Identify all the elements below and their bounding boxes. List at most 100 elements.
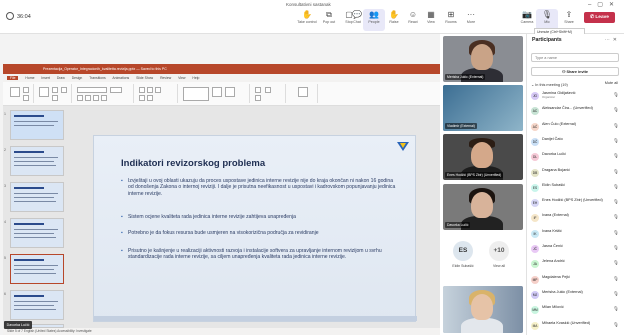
participant-name: Eldin Subašić bbox=[542, 182, 566, 187]
participant-name: Mihaela Kvaskić (Unverified) bbox=[542, 320, 591, 325]
ppt-tab-help[interactable]: Help bbox=[192, 76, 199, 80]
ribbon-editing-group[interactable] bbox=[252, 84, 286, 103]
video-tile[interactable]: Vladimir (External) bbox=[443, 85, 523, 131]
slide-thumbnail[interactable] bbox=[10, 218, 64, 248]
more-button[interactable]: ··· More bbox=[460, 9, 482, 31]
avatar: DB bbox=[531, 168, 539, 177]
hand-icon: ✋ bbox=[302, 10, 312, 19]
ppt-tab-view[interactable]: View bbox=[178, 76, 185, 80]
ribbon-clipboard-group[interactable] bbox=[6, 84, 34, 103]
slide-bullet: Sistem ocjene kvaliteta rada jedinica in… bbox=[121, 214, 400, 221]
participant-row[interactable]: IK Ivana Krštić 🎙 bbox=[531, 229, 621, 239]
participant-row[interactable]: EH Enes Hodžić (BPS Zbir) (Unverified) 🎙 bbox=[531, 198, 621, 208]
mic-off-icon: 🎙 bbox=[613, 260, 619, 266]
avatar: DČ bbox=[531, 137, 539, 146]
video-tile[interactable]: Enes Hodžić (BPS Zbir) (Unverified) bbox=[443, 134, 523, 180]
share-icon: ⇪ bbox=[565, 10, 573, 19]
window-title: Konsultativni sastanak bbox=[286, 2, 331, 7]
participant-row[interactable]: ES Eldin Subašić 🎙 bbox=[531, 183, 621, 193]
ribbon-drawing-group[interactable] bbox=[180, 84, 250, 103]
participant-row[interactable]: IF Ivana (External) 🎙 bbox=[531, 213, 621, 223]
participant-row[interactable]: AC Aleksandar Čira... (Unverified) 🎙 bbox=[531, 106, 621, 116]
participant-row[interactable]: DB Dragana Bojanić 🎙 bbox=[531, 168, 621, 178]
participant-row[interactable]: MP Magdalena Pejić 🎙 bbox=[531, 275, 621, 285]
participant-name: Dragana Bojanić bbox=[542, 167, 571, 172]
participant-name: Enes Hodžić (BPS Zbir) (Unverified) bbox=[542, 198, 603, 203]
slide-thumbnail-selected[interactable] bbox=[10, 254, 64, 284]
participant-search-input[interactable]: Type a name bbox=[531, 53, 619, 62]
ppt-tab-home[interactable]: Home bbox=[25, 76, 34, 80]
mute-all-button[interactable]: Mute all bbox=[605, 81, 618, 85]
mic-off-icon: 🎙 bbox=[613, 199, 619, 205]
slide-thumbnail[interactable] bbox=[10, 110, 64, 140]
view-all-button[interactable]: +10 bbox=[489, 241, 509, 261]
participant-row[interactable]: MM Milan Milović 🎙 bbox=[531, 305, 621, 315]
ppt-tab-review[interactable]: Review bbox=[160, 76, 171, 80]
avatar: IF bbox=[531, 214, 539, 223]
meeting-toolbar: Konsultativni sastanak –▢✕ 36:04 ✋ Take c… bbox=[0, 0, 624, 34]
participant-name: Aleksandar Čira... (Unverified) bbox=[542, 106, 593, 111]
video-tile[interactable]: Davorka Lučić bbox=[443, 184, 523, 230]
avatar: IK bbox=[531, 229, 539, 238]
mic-off-icon: 🎙 bbox=[613, 321, 619, 327]
more-icon: ··· bbox=[467, 10, 475, 19]
ppt-tab-design[interactable]: Design bbox=[72, 76, 83, 80]
slide-footer-bar bbox=[94, 316, 417, 321]
ppt-tab-insert[interactable]: Insert bbox=[41, 76, 49, 80]
participant-avatar[interactable]: ES bbox=[453, 241, 473, 261]
slide-thumbnail[interactable] bbox=[10, 146, 64, 176]
ppt-tab-file[interactable]: File bbox=[7, 76, 19, 80]
mic-off-icon: 🎙 bbox=[613, 290, 619, 296]
panel-title: Participants bbox=[532, 37, 562, 43]
video-tile[interactable] bbox=[443, 286, 523, 333]
participant-name: Jasna Čenić bbox=[542, 244, 563, 248]
panel-actions[interactable]: ⋯✕ bbox=[605, 37, 620, 43]
slide-thumbnails: 1 2 3 4 5 6 7 bbox=[3, 106, 69, 328]
participant-row[interactable]: MA Mihaela Kvaskić (Unverified) 🎙 bbox=[531, 321, 621, 331]
slide-bullet: Potrebno je da fokus resursa bude usmjer… bbox=[121, 230, 400, 237]
video-tile[interactable]: Merisha Jukic (External) bbox=[443, 36, 523, 82]
meeting-section-header[interactable]: ⌄ In this meeting (19) bbox=[531, 82, 568, 87]
slide-thumbnail[interactable] bbox=[10, 182, 64, 212]
current-slide[interactable]: Indikatori revizorskog problema Izvješta… bbox=[93, 135, 417, 322]
ppt-tab-animations[interactable]: Animations bbox=[112, 76, 129, 80]
ribbon-font-group[interactable] bbox=[74, 84, 134, 103]
participant-row[interactable]: MJ Merisha Jukic (External) 🎙 bbox=[531, 290, 621, 300]
ribbon-voice-group[interactable] bbox=[288, 84, 318, 103]
participant-name: Merisha Jukic (External) bbox=[542, 289, 583, 294]
video-gallery: Merisha Jukic (External) Vladimir (Exter… bbox=[440, 34, 526, 335]
avatar: AĆ bbox=[531, 122, 539, 131]
participant-row[interactable]: JG Jasmina Gidijašević Organizer 🎙 bbox=[531, 91, 621, 101]
participant-row[interactable]: DČ Danijel Čato 🎙 bbox=[531, 137, 621, 147]
ppt-tab-draw[interactable]: Draw bbox=[57, 76, 65, 80]
avatar: JČ bbox=[531, 245, 539, 253]
mic-off-icon: 🎙 bbox=[613, 306, 619, 312]
share-invite-button[interactable]: ⚇ Share invite bbox=[531, 67, 619, 76]
ppt-status-bar: Slide 5 of 7 English (United States) Acc… bbox=[3, 328, 440, 335]
avatar: MJ bbox=[531, 290, 539, 299]
ribbon-paragraph-group[interactable] bbox=[136, 84, 178, 103]
ribbon-slides-group[interactable] bbox=[36, 84, 72, 103]
mic-off-icon: 🎙 bbox=[613, 153, 619, 159]
powerpoint-window: Prezentacija_Operator_Integracionih_kval… bbox=[3, 64, 440, 335]
slide-bullet: Prisutno je kašnjenje u realizaciji akti… bbox=[121, 248, 400, 261]
participant-name-label: Merisha Jukic (External) bbox=[445, 74, 486, 80]
mic-off-icon: 🎙 bbox=[613, 137, 619, 143]
ppt-tab-slide-show[interactable]: Slide Show bbox=[136, 76, 153, 80]
leave-button[interactable]: ✆ Leave bbox=[584, 12, 615, 23]
participant-name: Ivana (External) bbox=[542, 213, 569, 218]
participant-row[interactable]: JA Jelena Andrić 🎙 bbox=[531, 259, 621, 269]
avatar: MM bbox=[531, 306, 539, 315]
avatar: MP bbox=[531, 275, 539, 284]
meeting-timer: 36:04 bbox=[17, 14, 31, 20]
pop-out-icon: ⧉ bbox=[326, 10, 332, 19]
participant-row[interactable]: AĆ Alen Ćulo (External) 🎙 bbox=[531, 122, 621, 132]
camera-icon: 📷 bbox=[522, 10, 532, 19]
participant-row[interactable]: JČ Jasna Čenić 🎙 bbox=[531, 244, 621, 254]
slide-thumbnail[interactable] bbox=[10, 290, 64, 320]
ppt-tab-transitions[interactable]: Transitions bbox=[89, 76, 105, 80]
mic-off-icon: 🎙 bbox=[613, 107, 619, 113]
participant-row[interactable]: DL Davorka Lučić 🎙 bbox=[531, 152, 621, 162]
window-controls[interactable]: –▢✕ bbox=[588, 1, 620, 8]
extra-participants: ES Eldin Subašić +10 View all bbox=[443, 237, 523, 281]
